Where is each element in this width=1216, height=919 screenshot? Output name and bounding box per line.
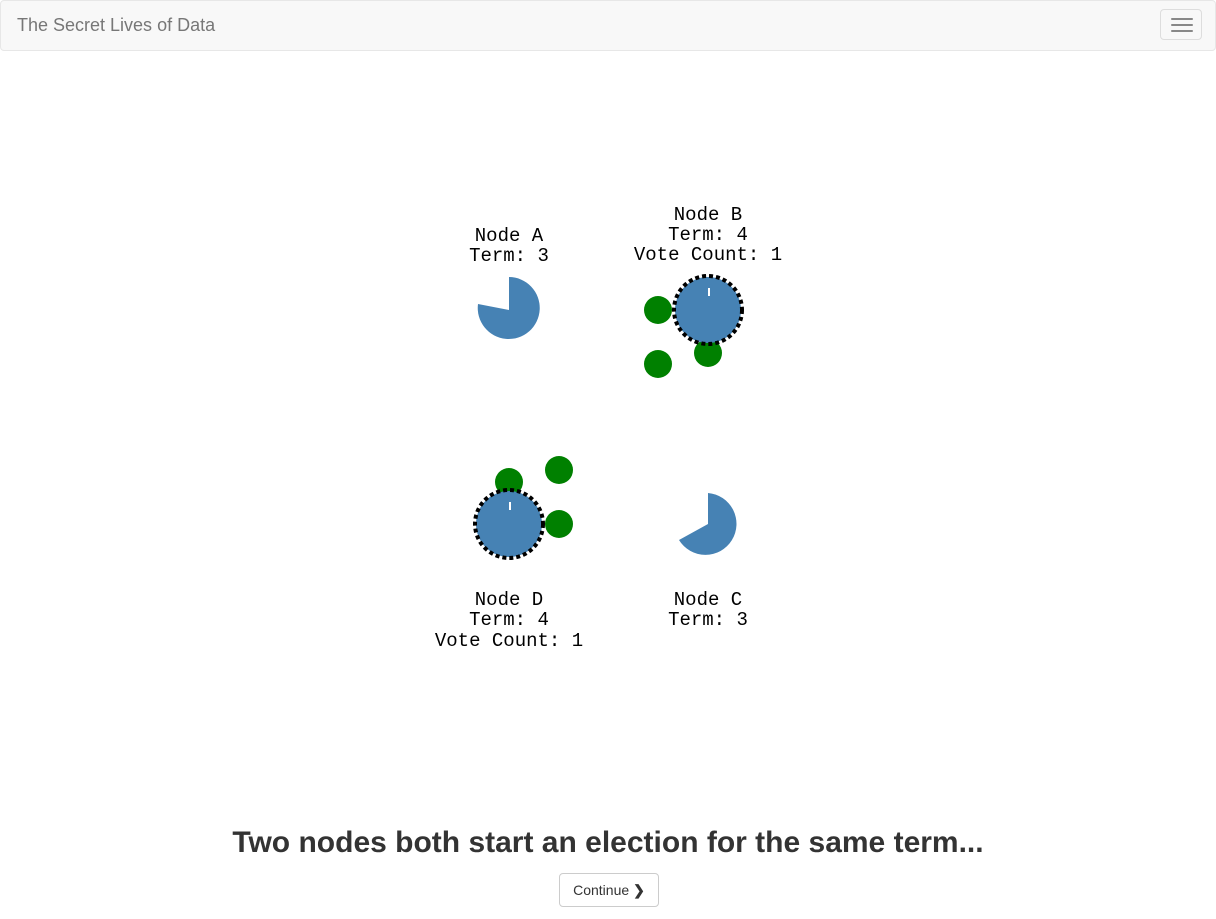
node-a-name: Node A — [475, 225, 544, 247]
vote-request-message — [644, 296, 672, 324]
vote-request-message — [545, 510, 573, 538]
menu-bar — [1171, 30, 1193, 32]
brand-title[interactable]: The Secret Lives of Data — [17, 15, 215, 36]
node-d-vote-count: Vote Count: 1 — [435, 630, 583, 652]
node-d-label: Node D Term: 4 Vote Count: 1 — [435, 589, 583, 652]
vote-request-message — [644, 350, 672, 378]
node-d[interactable] — [473, 488, 545, 560]
node-b-vote-count: Vote Count: 1 — [634, 244, 782, 266]
hamburger-menu-icon[interactable] — [1160, 9, 1202, 40]
step-caption: Two nodes both start an election for the… — [232, 826, 984, 859]
cluster-visualization: Node A Term: 3 Node B Term: 4 Vote Count… — [435, 204, 782, 652]
node-b[interactable] — [672, 274, 744, 346]
node-c-term: Term: 3 — [668, 609, 748, 631]
simulation-stage: Node A Term: 3 Node B Term: 4 Vote Count… — [0, 50, 1216, 810]
node-a-label: Node A Term: 3 — [469, 225, 549, 267]
node-a-term: Term: 3 — [469, 245, 549, 267]
node-d-name: Node D — [475, 589, 543, 611]
node-b-name: Node B — [674, 204, 742, 226]
node-b-term: Term: 4 — [668, 224, 748, 246]
continue-button[interactable]: Continue ❯ — [559, 873, 659, 907]
node-d-term: Term: 4 — [469, 609, 549, 631]
node-b-label: Node B Term: 4 Vote Count: 1 — [634, 204, 782, 266]
menu-bar — [1171, 24, 1193, 26]
node-c-timer — [679, 493, 737, 555]
vote-request-message — [545, 456, 573, 484]
node-a-timer — [477, 277, 540, 339]
chevron-right-icon: ❯ — [633, 882, 645, 898]
node-a[interactable] — [477, 277, 540, 339]
menu-bar — [1171, 18, 1193, 20]
continue-label: Continue — [573, 882, 630, 898]
node-c[interactable] — [679, 493, 737, 555]
node-c-name: Node C — [674, 589, 742, 611]
node-c-label: Node C Term: 3 — [668, 589, 748, 631]
navbar: The Secret Lives of Data — [0, 0, 1216, 51]
